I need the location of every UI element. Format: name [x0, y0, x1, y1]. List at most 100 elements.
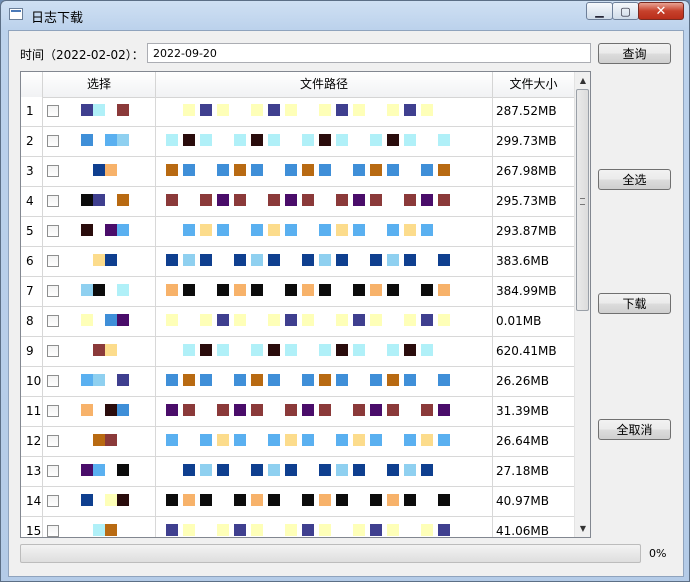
redaction-block: [404, 254, 416, 266]
redaction-block: [93, 284, 105, 296]
redaction-block: [217, 434, 229, 446]
redaction-block: [285, 404, 297, 416]
redaction-block: [421, 464, 433, 476]
maximize-button[interactable]: ▢: [612, 2, 639, 20]
redaction-block: [234, 434, 246, 446]
redaction-block: [117, 134, 129, 146]
redaction-block: [302, 254, 314, 266]
table-row[interactable]: 4 295.73MB: [21, 187, 574, 217]
redaction-block: [217, 404, 229, 416]
file-size-cell: 40.97MB: [496, 494, 549, 508]
select-cell: [43, 337, 156, 366]
table-row[interactable]: 14 40.97MB: [21, 487, 574, 517]
vertical-scrollbar[interactable]: ▲ ▼: [574, 72, 590, 537]
column-header-size[interactable]: 文件大小: [493, 72, 574, 97]
file-size-cell: 293.87MB: [496, 224, 557, 238]
table-row[interactable]: 11 31.39MB: [21, 397, 574, 427]
table-row[interactable]: 8 0.01MB: [21, 307, 574, 337]
maximize-icon: ▢: [620, 4, 631, 18]
row-checkbox[interactable]: [47, 465, 59, 477]
row-number: 3: [21, 157, 43, 186]
file-size-cell: 31.39MB: [496, 404, 549, 418]
redaction-block: [93, 164, 105, 176]
redaction-block: [370, 374, 382, 386]
scroll-up-icon[interactable]: ▲: [575, 72, 590, 89]
query-button[interactable]: 查询: [598, 43, 671, 64]
date-input[interactable]: [147, 43, 591, 63]
table-row[interactable]: 5 293.87MB: [21, 217, 574, 247]
row-checkbox[interactable]: [47, 435, 59, 447]
redaction-block: [370, 404, 382, 416]
redaction-block: [319, 374, 331, 386]
table-row[interactable]: 12 26.64MB: [21, 427, 574, 457]
table-row[interactable]: 7 384.99MB: [21, 277, 574, 307]
file-path-cell: [156, 277, 493, 306]
table-row[interactable]: 13 27.18MB: [21, 457, 574, 487]
title-bar[interactable]: 日志下载 ▁ ▢ ✕: [1, 1, 689, 29]
redaction-block: [166, 194, 178, 206]
redaction-block: [319, 284, 331, 296]
row-number: 11: [21, 397, 43, 426]
row-checkbox[interactable]: [47, 285, 59, 297]
row-checkbox[interactable]: [47, 525, 59, 537]
file-size-cell: 287.52MB: [496, 104, 557, 118]
table-row[interactable]: 6 383.6MB: [21, 247, 574, 277]
redaction-block: [438, 314, 450, 326]
redaction-block: [81, 464, 93, 476]
row-checkbox[interactable]: [47, 105, 59, 117]
redaction-block: [285, 194, 297, 206]
minimize-button[interactable]: ▁: [586, 2, 613, 20]
redaction-block: [183, 374, 195, 386]
redaction-block: [387, 374, 399, 386]
row-checkbox[interactable]: [47, 345, 59, 357]
download-button[interactable]: 下载: [598, 293, 671, 314]
row-checkbox[interactable]: [47, 195, 59, 207]
column-header-select[interactable]: 选择: [43, 72, 156, 97]
deselect-all-button[interactable]: 全取消: [598, 419, 671, 440]
redaction-block: [217, 464, 229, 476]
redaction-block: [268, 464, 280, 476]
redaction-block: [200, 494, 212, 506]
table-row[interactable]: 15 41.06MB: [21, 517, 574, 537]
row-checkbox[interactable]: [47, 315, 59, 327]
close-button[interactable]: ✕: [638, 2, 684, 20]
row-checkbox[interactable]: [47, 225, 59, 237]
redaction-block: [285, 434, 297, 446]
file-size-cell: 26.26MB: [496, 374, 549, 388]
row-checkbox[interactable]: [47, 375, 59, 387]
redaction-block: [117, 314, 129, 326]
select-cell: [43, 307, 156, 336]
table-row[interactable]: 9 620.41MB: [21, 337, 574, 367]
scroll-thumb[interactable]: [576, 89, 589, 311]
table-row[interactable]: 10 26.26MB: [21, 367, 574, 397]
redaction-block: [200, 134, 212, 146]
table-row[interactable]: 3 267.98MB: [21, 157, 574, 187]
redaction-block: [93, 524, 105, 536]
redaction-block: [93, 344, 105, 356]
row-checkbox[interactable]: [47, 135, 59, 147]
row-checkbox[interactable]: [47, 495, 59, 507]
row-checkbox[interactable]: [47, 405, 59, 417]
redaction-block: [166, 254, 178, 266]
redaction-block: [166, 404, 178, 416]
redaction-block: [81, 374, 93, 386]
redaction-block: [387, 284, 399, 296]
redaction-block: [105, 224, 117, 236]
row-checkbox[interactable]: [47, 165, 59, 177]
redaction-block: [81, 134, 93, 146]
table-header: 选择 文件路径 文件大小: [21, 72, 574, 98]
file-size-cell: 26.64MB: [496, 434, 549, 448]
row-checkbox[interactable]: [47, 255, 59, 267]
redaction-block: [353, 344, 365, 356]
redaction-block: [166, 494, 178, 506]
redaction-block: [421, 404, 433, 416]
select-all-button[interactable]: 全选: [598, 169, 671, 190]
column-header-path[interactable]: 文件路径: [156, 72, 493, 97]
redaction-block: [404, 434, 416, 446]
redaction-block: [387, 134, 399, 146]
redaction-block: [105, 314, 117, 326]
table-row[interactable]: 2 299.73MB: [21, 127, 574, 157]
table-row[interactable]: 1 287.52MB: [21, 97, 574, 127]
scroll-down-icon[interactable]: ▼: [575, 520, 590, 537]
redaction-block: [302, 314, 314, 326]
